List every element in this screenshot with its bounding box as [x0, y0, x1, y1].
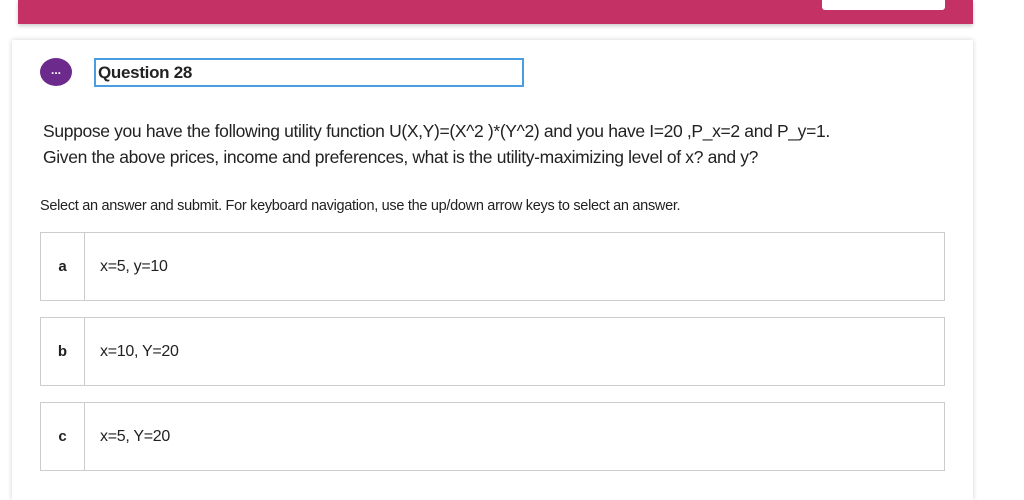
question-prompt: Suppose you have the following utility f…: [43, 118, 830, 170]
answer-option-a[interactable]: a x=5, y=10: [40, 232, 945, 301]
chat-bubble-icon[interactable]: ...: [40, 58, 72, 86]
option-text: x=5, Y=20: [100, 428, 170, 445]
header-button[interactable]: [822, 0, 945, 10]
answer-option-b[interactable]: b x=10, Y=20: [40, 317, 945, 386]
option-text: x=10, Y=20: [100, 343, 179, 360]
answer-option-c[interactable]: c x=5, Y=20: [40, 402, 945, 471]
option-letter: b: [41, 318, 85, 385]
question-card: ... Question 28 Suppose you have the fol…: [12, 40, 973, 500]
option-letter: a: [41, 233, 85, 300]
option-text: x=5, y=10: [100, 258, 168, 275]
question-title: Question 28: [94, 58, 524, 87]
header-bar: [18, 0, 973, 24]
instructions: Select an answer and submit. For keyboar…: [40, 198, 681, 214]
prompt-line-1: Suppose you have the following utility f…: [43, 121, 830, 141]
option-letter: c: [41, 403, 85, 470]
prompt-line-2: Given the above prices, income and prefe…: [43, 147, 759, 167]
